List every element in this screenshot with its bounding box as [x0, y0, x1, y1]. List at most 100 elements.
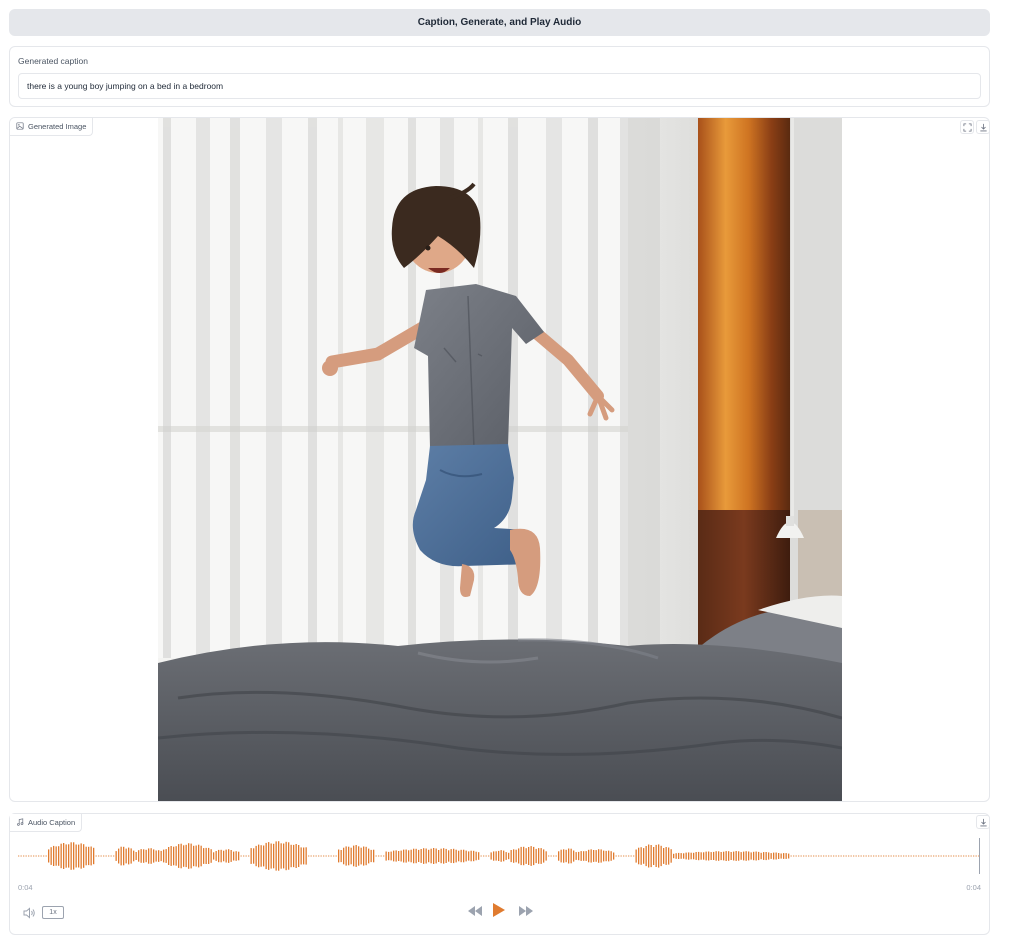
waveform-bar	[543, 849, 545, 863]
waveform-bar	[268, 842, 270, 870]
volume-icon[interactable]	[22, 906, 36, 920]
waveform-bar	[263, 845, 265, 867]
waveform-bar	[233, 851, 235, 861]
waveform-bar	[755, 851, 757, 861]
waveform-bar	[348, 846, 350, 866]
waveform-bar	[513, 849, 515, 863]
waveform-bar	[213, 852, 215, 860]
waveform-bar	[778, 853, 780, 859]
waveform-bar	[748, 851, 750, 861]
waveform-bar	[675, 853, 677, 859]
image-download-button[interactable]	[976, 120, 989, 134]
waveform-bar	[875, 855, 877, 857]
waveform-bar	[235, 851, 237, 861]
audio-waveform[interactable]	[18, 834, 981, 878]
waveform-bar	[45, 855, 47, 857]
waveform-bar	[505, 852, 507, 860]
waveform-bar	[718, 851, 720, 861]
waveform-bar	[355, 845, 357, 867]
waveform-bar	[385, 851, 387, 861]
waveform-bar	[48, 849, 50, 863]
waveform-bar	[153, 849, 155, 863]
waveform-bar	[863, 855, 865, 857]
waveform-bar	[163, 849, 165, 863]
waveform-bar	[140, 849, 142, 863]
waveform-bar	[353, 845, 355, 867]
waveform-bar	[473, 850, 475, 862]
waveform-bar	[855, 855, 857, 857]
waveform-bar	[313, 855, 315, 857]
waveform-bar	[728, 851, 730, 861]
waveform-bar	[878, 855, 880, 857]
waveform-bar	[785, 853, 787, 859]
waveform-bar	[265, 842, 267, 870]
waveform-bar	[723, 851, 725, 861]
skip-backward-icon[interactable]	[467, 904, 483, 922]
waveform-bar	[608, 850, 610, 862]
waveform-bar	[70, 842, 72, 870]
waveform-bar	[255, 845, 257, 867]
audio-download-button[interactable]	[976, 815, 990, 829]
waveform-bar	[595, 850, 597, 862]
waveform-bar	[335, 855, 337, 857]
waveform-bar	[743, 851, 745, 861]
caption-generate-play-button[interactable]: Caption, Generate, and Play Audio	[9, 9, 990, 36]
waveform-bar	[690, 852, 692, 860]
waveform-bar	[243, 855, 245, 857]
image-block-label-text: Generated Image	[28, 122, 87, 131]
waveform-bar	[910, 855, 912, 857]
waveform-bar	[78, 844, 80, 868]
waveform-bar	[790, 855, 792, 857]
waveform-bar	[740, 852, 742, 860]
waveform-bar	[898, 855, 900, 857]
download-icon	[979, 123, 988, 132]
waveform-bar	[965, 855, 967, 857]
waveform-bar	[570, 848, 572, 864]
waveform-bar	[798, 855, 800, 857]
waveform-bar	[753, 851, 755, 861]
waveform-bar	[958, 855, 960, 857]
waveform-bar	[183, 845, 185, 867]
waveform-bar	[880, 855, 882, 857]
play-icon[interactable]	[492, 902, 506, 923]
playback-rate-button[interactable]: 1x	[42, 906, 64, 919]
waveform-bar	[480, 855, 482, 857]
skip-forward-icon[interactable]	[518, 904, 534, 922]
waveform-bar	[475, 851, 477, 861]
waveform-bar	[388, 851, 390, 861]
waveform-bar	[780, 853, 782, 859]
waveform-bar	[108, 855, 110, 857]
waveform-bar	[498, 850, 500, 861]
waveform-bar	[198, 844, 200, 868]
waveform-bar	[210, 849, 212, 863]
playhead-cursor[interactable]	[979, 838, 980, 874]
waveform-bar	[923, 855, 925, 857]
waveform-bar	[558, 851, 560, 861]
waveform-bar	[548, 855, 550, 857]
fullscreen-button[interactable]	[960, 120, 974, 134]
waveform-bar	[545, 851, 547, 861]
waveform-bar	[523, 846, 525, 866]
waveform-bar	[120, 846, 122, 866]
waveform-bar	[80, 843, 82, 869]
waveform-bar	[58, 846, 60, 866]
caption-label: Generated caption	[18, 56, 88, 66]
waveform-bar	[890, 855, 892, 857]
waveform-bar	[588, 849, 590, 863]
waveform-bar	[653, 847, 655, 865]
waveform-bar	[328, 855, 330, 857]
waveform-bar	[435, 848, 437, 864]
waveform-bar	[205, 847, 207, 864]
audio-block-label: Audio Caption	[10, 814, 83, 832]
caption-textbox[interactable]	[18, 73, 981, 99]
waveform-bar	[858, 855, 860, 857]
waveform-bar	[600, 849, 602, 863]
waveform-bar	[60, 843, 62, 869]
waveform-bar	[630, 855, 632, 857]
waveform-bar	[920, 855, 922, 857]
waveform-bar	[873, 855, 875, 857]
waveform-bar	[788, 853, 790, 859]
waveform-bar	[620, 855, 622, 857]
waveform-bar	[710, 852, 712, 860]
waveform-bar	[178, 844, 180, 868]
